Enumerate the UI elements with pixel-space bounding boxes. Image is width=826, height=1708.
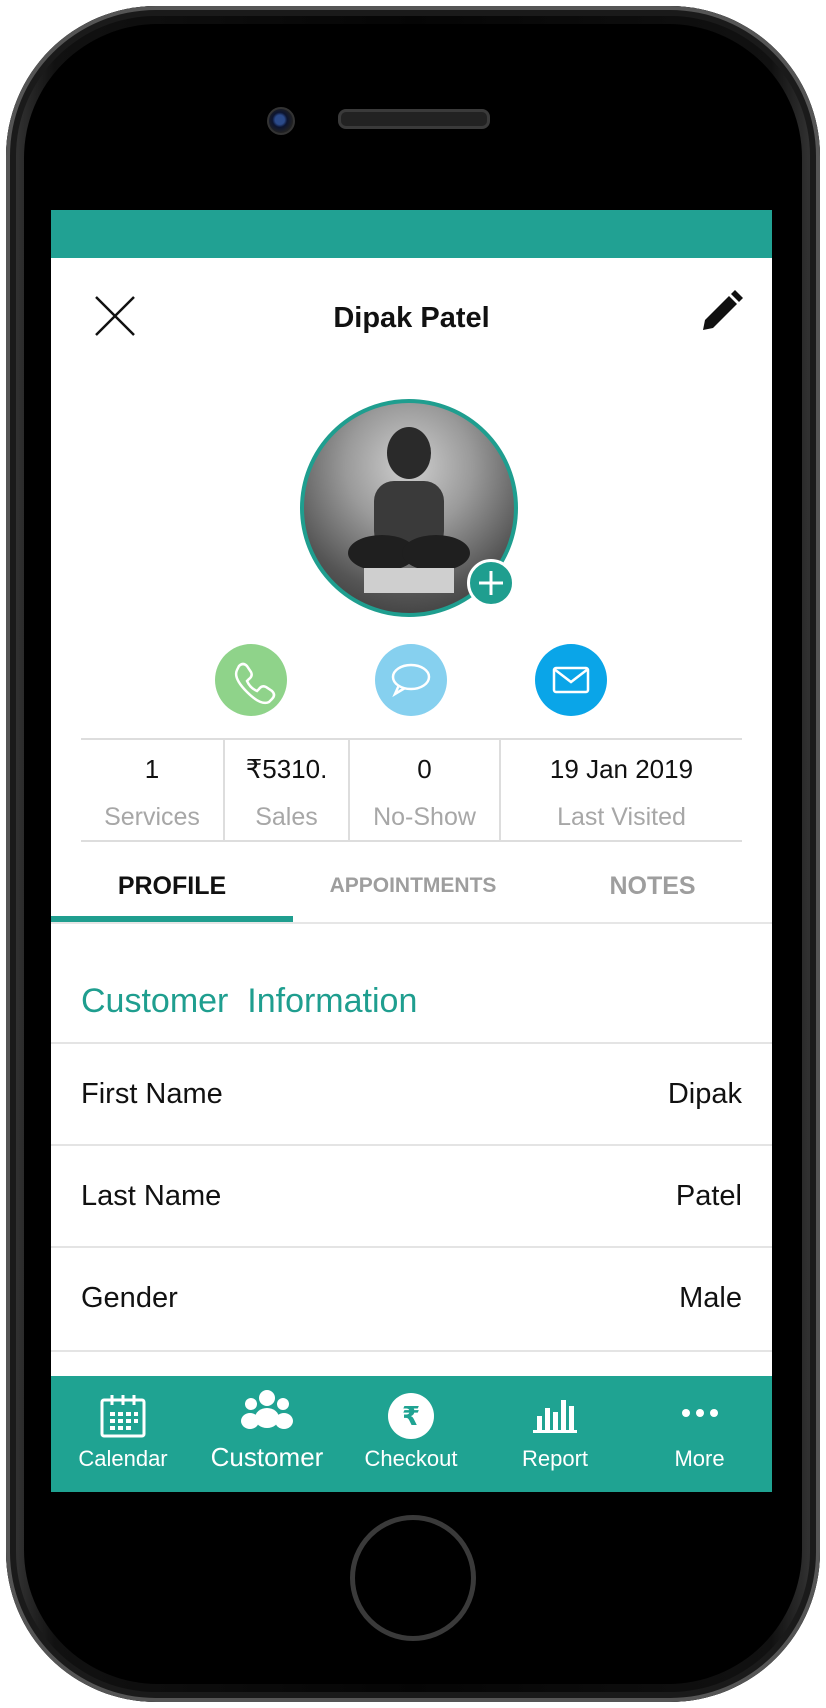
nav-label: Customer: [210, 1442, 324, 1472]
bottom-navigation: Calendar Customer ₹ Checkout Report More: [51, 1376, 772, 1492]
stat-last-visited: 19 Jan 2019 Last Visited: [501, 740, 742, 840]
stat-no-show: 0 No-Show: [350, 740, 501, 840]
contact-actions: [51, 644, 772, 716]
field-row-first-name[interactable]: First Name Dipak: [51, 1042, 772, 1146]
edit-button[interactable]: [697, 288, 745, 336]
nav-label: More: [674, 1446, 725, 1471]
plus-icon: [479, 571, 503, 595]
nav-label: Calendar: [78, 1446, 168, 1471]
more-dots-icon: [681, 1409, 718, 1417]
nav-customer[interactable]: Customer: [195, 1376, 339, 1492]
add-photo-button[interactable]: [467, 559, 515, 607]
rupee-icon: ₹: [388, 1393, 434, 1439]
message-button[interactable]: [375, 644, 447, 716]
tab-bar: PROFILE APPOINTMENTS NOTES: [51, 856, 772, 924]
call-button[interactable]: [215, 644, 287, 716]
stat-label: Sales: [255, 803, 318, 831]
stat-sales: ₹5310. Sales: [225, 740, 350, 840]
email-button[interactable]: [535, 644, 607, 716]
svg-text:₹: ₹: [402, 1402, 420, 1432]
nav-label: Checkout: [364, 1446, 458, 1471]
field-value: Dipak: [667, 1078, 742, 1110]
stat-services: 1 Services: [81, 740, 225, 840]
section-title: Customer Information: [81, 982, 418, 1020]
earpiece-speaker: [338, 109, 490, 129]
stat-value: 1: [144, 754, 160, 784]
stat-value: 0: [417, 754, 432, 784]
field-label: Last Name: [81, 1180, 222, 1212]
tab-notes[interactable]: NOTES: [533, 856, 772, 922]
stat-label: Last Visited: [557, 803, 686, 831]
pencil-icon: [703, 290, 743, 330]
field-row-gender[interactable]: Gender Male: [51, 1246, 772, 1352]
field-value: Male: [679, 1282, 742, 1314]
nav-report[interactable]: Report: [483, 1376, 627, 1492]
field-row-last-name[interactable]: Last Name Patel: [51, 1144, 772, 1248]
active-tab-indicator: [51, 916, 293, 922]
stat-label: No-Show: [373, 803, 476, 831]
home-button[interactable]: [350, 1515, 476, 1641]
nav-more[interactable]: More: [627, 1376, 772, 1492]
header: Dipak Patel: [51, 258, 772, 358]
tab-appointments[interactable]: APPOINTMENTS: [293, 856, 533, 922]
stat-value: 19 Jan 2019: [549, 754, 694, 784]
chat-bubble-icon: [391, 663, 431, 698]
bar-chart-icon: [533, 1400, 577, 1433]
stat-value: ₹5310.: [245, 754, 328, 784]
field-value: Patel: [675, 1180, 742, 1212]
envelope-icon: [552, 666, 590, 694]
customers-icon: [241, 1390, 293, 1429]
stat-label: Services: [104, 803, 200, 831]
field-label: Gender: [81, 1282, 178, 1314]
calendar-icon: [100, 1395, 146, 1438]
tab-profile[interactable]: PROFILE: [51, 856, 293, 922]
nav-label: Report: [521, 1446, 589, 1471]
nav-calendar[interactable]: Calendar: [51, 1376, 195, 1492]
field-label: First Name: [81, 1078, 223, 1110]
customer-stats: 1 Services ₹5310. Sales 0 No-Show 19 Jan…: [81, 738, 742, 842]
status-bar: [51, 210, 772, 258]
front-camera: [267, 107, 295, 135]
page-title: Dipak Patel: [333, 302, 490, 334]
nav-checkout[interactable]: ₹ Checkout: [339, 1376, 483, 1492]
phone-icon: [234, 662, 276, 705]
avatar-container: [300, 399, 518, 617]
app-screen: Dipak Patel 1 Services ₹5310. Sales 0 No…: [51, 210, 772, 1492]
